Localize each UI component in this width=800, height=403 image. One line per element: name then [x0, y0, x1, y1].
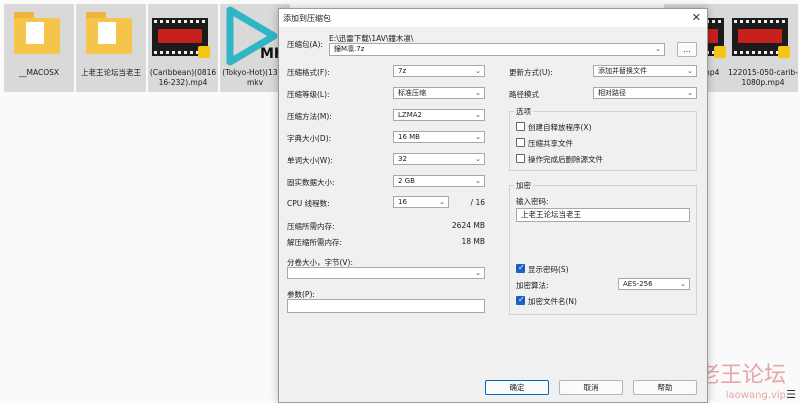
- word-select[interactable]: 32 ⌄: [393, 153, 485, 165]
- encryption-title: 加密: [514, 180, 533, 191]
- file-tile-video[interactable]: 122015-050-carib-1080p.mp4: [728, 4, 798, 92]
- method-label: 压缩方法(M):: [287, 112, 332, 121]
- delete-checkbox[interactable]: [516, 154, 525, 163]
- split-select[interactable]: ⌄: [287, 267, 485, 279]
- chevron-down-icon: ⌄: [475, 155, 481, 163]
- encryption-method-select[interactable]: AES-256 ⌄: [618, 278, 690, 290]
- mem-compress-label: 压缩所需内存:: [287, 222, 335, 231]
- chevron-down-icon: ⌄: [475, 67, 481, 75]
- file-name: 122015-050-carib-1080p.mp4: [728, 68, 798, 87]
- mem-decompress-label: 解压缩所需内存:: [287, 238, 343, 247]
- show-password-checkbox[interactable]: [516, 263, 525, 273]
- encryption-method-label: 加密算法:: [516, 281, 549, 290]
- update-label: 更新方式(U):: [509, 68, 553, 77]
- file-name: (Caribbean)(081616-232).mp4: [149, 68, 217, 87]
- chevron-down-icon: ⌄: [475, 111, 481, 119]
- chevron-down-icon: ⌄: [680, 280, 686, 288]
- chevron-down-icon: ⌄: [655, 45, 661, 53]
- solid-label: 固实数据大小:: [287, 178, 335, 187]
- chevron-down-icon: ⌄: [475, 89, 481, 97]
- format-select[interactable]: 7z ⌄: [393, 65, 485, 77]
- chevron-down-icon: ⌄: [439, 198, 445, 206]
- params-input[interactable]: [287, 299, 485, 313]
- mem-decompress-value: 18 MB: [461, 237, 485, 246]
- word-label: 单词大小(W):: [287, 156, 333, 165]
- file-name: __MACOSX: [18, 68, 59, 77]
- path-mode-select[interactable]: 相对路径 ⌄: [593, 87, 697, 99]
- level-label: 压缩等级(L):: [287, 90, 330, 99]
- video-thumbnail-icon: [152, 18, 210, 58]
- password-input[interactable]: 上老王论坛当老王: [516, 208, 690, 222]
- close-icon[interactable]: ✕: [692, 11, 701, 24]
- view-details-icon[interactable]: ☰: [786, 388, 796, 401]
- format-label: 压缩格式(F):: [287, 68, 330, 77]
- cancel-button[interactable]: 取消: [559, 380, 623, 395]
- options-title: 选项: [514, 106, 533, 117]
- encrypt-names-label: 加密文件名(N): [528, 297, 577, 306]
- video-thumbnail-icon: [732, 18, 790, 58]
- chevron-down-icon: ⌄: [687, 89, 693, 97]
- update-select[interactable]: 添加并替换文件 ⌄: [593, 65, 697, 77]
- add-to-archive-dialog: 添加到压缩包 ✕ 压缩包(A): E:\迅雷下载\1AV\鐘木凛\ 鐘M凛.7z…: [278, 8, 708, 403]
- browse-button[interactable]: ...: [677, 42, 697, 57]
- chevron-down-icon: ⌄: [475, 177, 481, 185]
- help-button[interactable]: 帮助: [633, 380, 697, 395]
- path-mode-label: 路径模式: [509, 90, 539, 99]
- watermark-sub: laowang.vip: [725, 390, 786, 401]
- dict-select[interactable]: 16 MB ⌄: [393, 131, 485, 143]
- archive-name-combo[interactable]: 鐘M凛.7z ⌄: [329, 43, 665, 56]
- delete-label: 操作完成后删除源文件: [528, 155, 603, 164]
- sfx-label: 创建自释放程序(X): [528, 123, 592, 132]
- cpu-select[interactable]: 16 ⌄: [393, 196, 449, 208]
- file-name: 上老王论坛当老王: [81, 68, 141, 77]
- solid-select[interactable]: 2 GB ⌄: [393, 175, 485, 187]
- chevron-down-icon: ⌄: [475, 269, 481, 277]
- sfx-checkbox[interactable]: [516, 122, 525, 131]
- shared-checkbox[interactable]: [516, 138, 525, 147]
- ok-button[interactable]: 确定: [485, 380, 549, 395]
- shared-label: 压缩共享文件: [528, 139, 573, 148]
- method-select[interactable]: LZMA2 ⌄: [393, 109, 485, 121]
- folder-icon: [14, 12, 60, 54]
- folder-icon: [86, 12, 132, 54]
- chevron-down-icon: ⌄: [475, 133, 481, 141]
- dict-label: 字典大小(D):: [287, 134, 332, 143]
- file-tile-video[interactable]: (Caribbean)(081616-232).mp4: [148, 4, 218, 92]
- dialog-titlebar: 添加到压缩包 ✕: [279, 9, 707, 27]
- encrypt-names-checkbox[interactable]: [516, 295, 525, 305]
- chevron-down-icon: ⌄: [687, 67, 693, 75]
- cpu-label: CPU 线程数:: [287, 199, 330, 208]
- archive-label: 压缩包(A):: [287, 40, 324, 49]
- watermark: 老王论坛: [697, 363, 786, 388]
- cpu-total: / 16: [470, 198, 485, 207]
- file-tile-folder[interactable]: 上老王论坛当老王: [76, 4, 146, 92]
- level-select[interactable]: 标准压缩 ⌄: [393, 87, 485, 99]
- encryption-group: 加密 输入密码: 上老王论坛当老王 显示密码(S) 加密算法: AES-256⌄…: [509, 180, 697, 315]
- archive-name: 鐘M凛.7z: [334, 45, 365, 53]
- options-group: 选项 创建自释放程序(X) 压缩共享文件 操作完成后删除源文件: [509, 106, 697, 171]
- show-password-label: 显示密码(S): [528, 265, 569, 274]
- file-tile-macosx[interactable]: __MACOSX: [4, 4, 74, 92]
- mem-compress-value: 2624 MB: [451, 221, 485, 230]
- password-label: 输入密码:: [516, 197, 549, 206]
- dialog-title: 添加到压缩包: [283, 14, 331, 23]
